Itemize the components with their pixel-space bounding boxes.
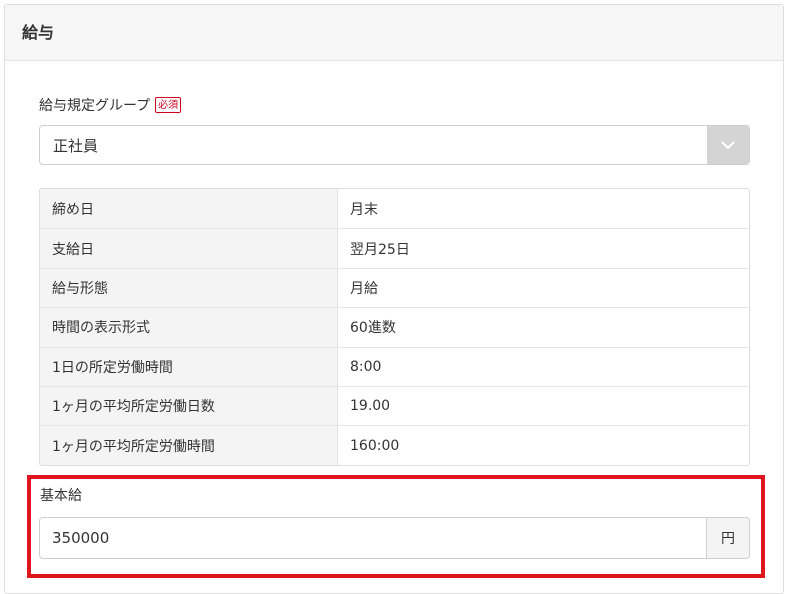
- salary-group-selected-value: 正社員: [53, 136, 99, 155]
- required-badge: 必須: [155, 97, 182, 113]
- table-row: 締め日 月末: [40, 189, 749, 229]
- currency-unit: 円: [706, 518, 749, 558]
- select-toggle-button[interactable]: [707, 126, 749, 164]
- table-row: 時間の表示形式 60進数: [40, 307, 749, 347]
- row-key: 給与形態: [40, 268, 338, 308]
- salary-group-label-row: 給与規定グループ 必須: [39, 95, 182, 115]
- row-key: 支給日: [40, 229, 338, 268]
- row-value: 翌月25日: [350, 241, 410, 258]
- chevron-down-icon: [721, 140, 735, 149]
- table-row: 1日の所定労働時間 8:00: [40, 346, 749, 386]
- salary-rules-table: 締め日 月末 支給日 翌月25日 給与形態 月給 時間の表示形式 60進数 1日…: [39, 188, 750, 466]
- row-key: 1ヶ月の平均所定労働日数: [40, 386, 338, 426]
- table-row: 1ヶ月の平均所定労働日数 19.00: [40, 385, 749, 426]
- row-value: 19.00: [350, 398, 391, 415]
- base-salary-label: 基本給: [40, 488, 82, 504]
- row-value: 月末: [350, 201, 378, 218]
- row-value: 160:00: [350, 437, 400, 454]
- row-value: 60進数: [350, 320, 396, 337]
- base-salary-field: 円: [39, 517, 750, 559]
- salary-group-select[interactable]: 正社員: [39, 125, 750, 165]
- row-value: 月給: [350, 280, 378, 297]
- base-salary-input[interactable]: [40, 518, 706, 558]
- table-row: 給与形態 月給: [40, 267, 749, 308]
- table-row: 支給日 翌月25日: [40, 228, 749, 268]
- table-row: 1ヶ月の平均所定労働時間 160:00: [40, 425, 749, 465]
- row-key: 1ヶ月の平均所定労働時間: [40, 426, 338, 465]
- row-key: 1日の所定労働時間: [40, 347, 338, 386]
- salary-group-label: 給与規定グループ: [39, 98, 151, 114]
- row-value: 8:00: [350, 358, 382, 375]
- panel-title: 給与: [5, 5, 783, 61]
- row-key: 締め日: [40, 189, 338, 229]
- row-key: 時間の表示形式: [40, 308, 338, 347]
